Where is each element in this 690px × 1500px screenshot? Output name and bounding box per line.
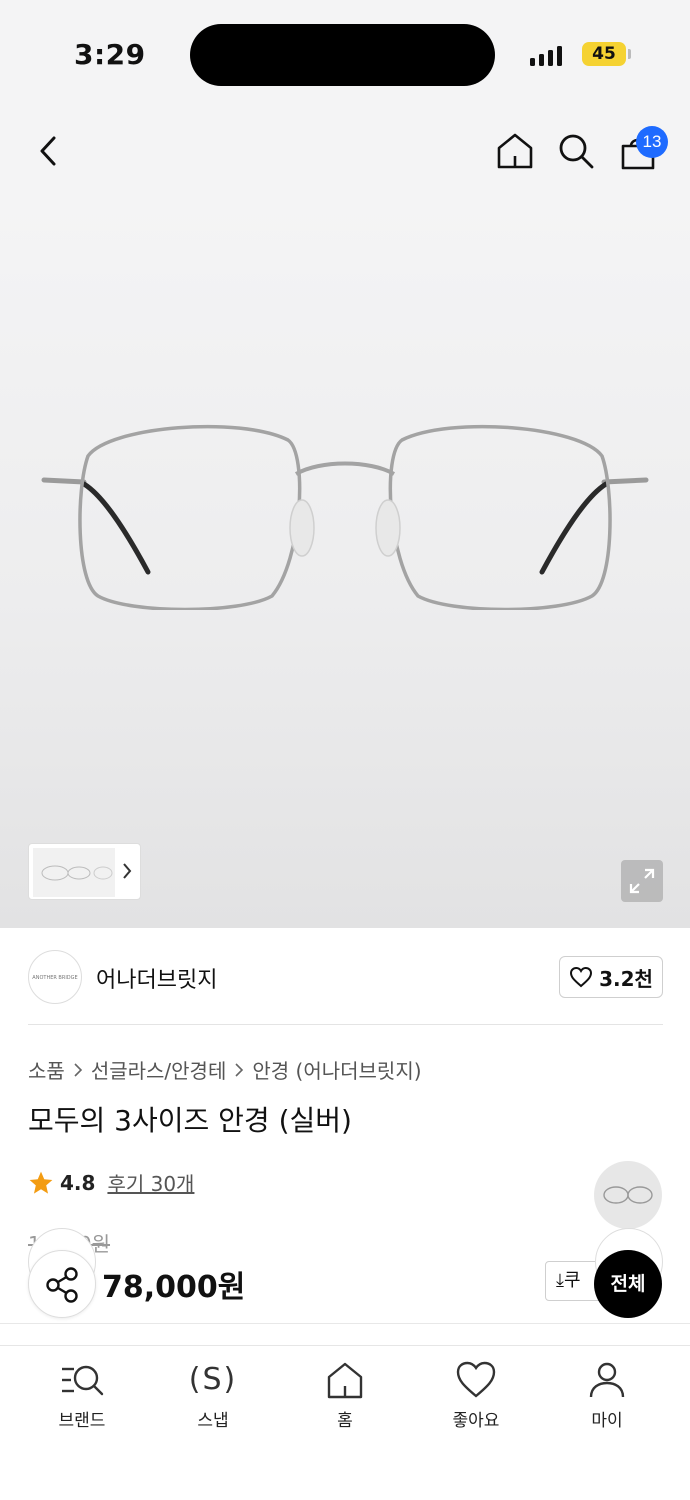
tab-label: 스냅 [197, 1411, 229, 1431]
tab-label: 브랜드 [58, 1411, 106, 1431]
review-link[interactable]: 후기 30개 [107, 1168, 194, 1197]
search-icon[interactable] [557, 132, 595, 170]
tab-my[interactable]: 마이 [557, 1360, 657, 1431]
home-icon [327, 1362, 363, 1399]
glasses-thumbnail [603, 1186, 653, 1204]
tab-label: 홈 [337, 1411, 353, 1431]
chevron-right-icon [123, 863, 132, 879]
product-image [41, 424, 649, 610]
heart-icon [570, 966, 593, 988]
expand-icon [629, 868, 655, 894]
share-icon [46, 1267, 78, 1303]
coupon-label: 쿠 [563, 1270, 581, 1291]
brand-logo[interactable]: ANOTHER BRIDGE [28, 950, 82, 1004]
star-icon [29, 1171, 53, 1194]
breadcrumb-item[interactable]: 안경 (어나더브릿지) [252, 1055, 421, 1084]
recent-product-thumbnail[interactable] [594, 1161, 662, 1229]
status-bar: 3:29 45 [0, 0, 690, 100]
chevron-right-icon [235, 1062, 244, 1077]
battery-tip [628, 49, 631, 59]
divider [0, 1323, 690, 1324]
tab-likes[interactable]: 좋아요 [426, 1360, 526, 1431]
top-nav [0, 100, 690, 200]
download-icon: ⤓ [556, 1270, 564, 1291]
brand-row[interactable]: ANOTHER BRIDGE 어나더브릿지 3.2천 [0, 928, 690, 1026]
brand-name[interactable]: 어나더브릿지 [96, 962, 217, 994]
tab-home[interactable]: 홈 [295, 1360, 395, 1431]
chevron-right-icon [74, 1062, 82, 1077]
tab-snap[interactable]: (S) 스냅 [163, 1360, 263, 1431]
like-count: 3.2천 [599, 966, 653, 991]
heart-icon [456, 1361, 496, 1398]
glasses-thumbnail[interactable] [33, 848, 115, 897]
rating-value: 4.8 [60, 1170, 96, 1195]
tab-label: 좋아요 [452, 1411, 500, 1431]
share-button[interactable] [28, 1250, 96, 1318]
cart-count-badge: 13 [636, 126, 668, 158]
expand-button[interactable] [621, 860, 663, 902]
home-icon[interactable] [496, 132, 534, 170]
breadcrumb-item[interactable]: 선글라스/안경테 [91, 1055, 227, 1084]
dynamic-island [190, 24, 495, 86]
sale-price: 78,000원 [102, 1270, 246, 1305]
person-icon [589, 1362, 625, 1398]
brand-like-button[interactable]: 3.2천 [559, 956, 663, 998]
product-image-gallery[interactable] [0, 200, 690, 928]
breadcrumb: 소품 선글라스/안경테 안경 (어나더브릿지) [28, 1055, 422, 1084]
back-arrow-icon[interactable] [36, 134, 62, 168]
snap-icon: (S) [188, 1362, 238, 1397]
divider [28, 1024, 663, 1025]
gallery-thumbnail-strip[interactable] [28, 843, 141, 900]
tab-brand[interactable]: 브랜드 [32, 1360, 132, 1431]
breadcrumb-item[interactable]: 소품 [28, 1055, 65, 1084]
tab-label: 마이 [591, 1411, 623, 1431]
rating-row: 4.8 후기 30개 [28, 1168, 194, 1197]
brand-search-icon [62, 1365, 104, 1396]
status-time: 3:29 [74, 38, 146, 71]
bottom-tab-bar: 브랜드 (S) 스냅 홈 좋아요 마이 [0, 1345, 690, 1500]
all-menu-button[interactable]: 전체 [594, 1250, 662, 1318]
signal-icon [530, 44, 562, 66]
product-title: 모두의 3사이즈 안경 (실버) [28, 1104, 352, 1137]
battery-indicator: 45 [582, 42, 626, 66]
